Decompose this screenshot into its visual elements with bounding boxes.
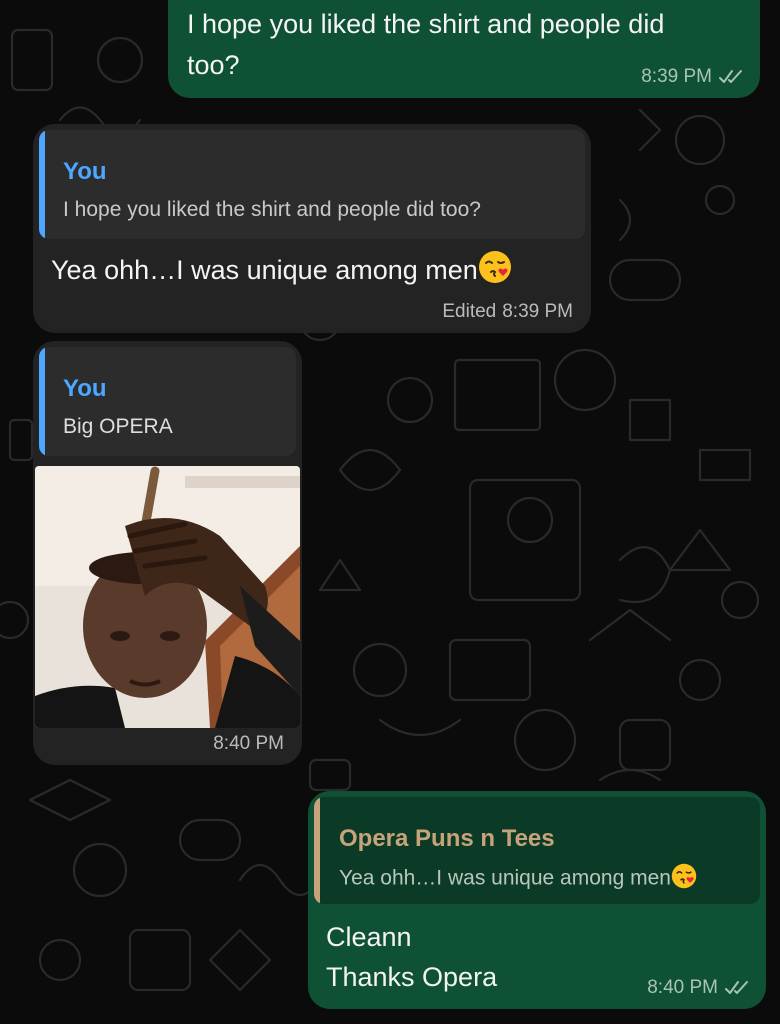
reply-text: I hope you liked the shirt and people di… [63, 198, 481, 221]
reply-author: You [63, 375, 107, 402]
reply-quote[interactable]: You Big OPERA [39, 347, 296, 456]
message-time: 8:40 PM [647, 977, 718, 998]
message-text: Cleann [326, 922, 412, 952]
reply-text: Big OPERA [63, 415, 173, 438]
message-meta: 8:40 PM [213, 733, 284, 755]
reply-quote-bar [314, 797, 320, 904]
face-blowing-kiss-emoji [478, 250, 512, 294]
message-time: 8:39 PM [502, 301, 573, 322]
double-check-read-icon [718, 69, 744, 85]
reply-author: Opera Puns n Tees [339, 825, 555, 852]
message-text-row: Yea ohh…I was unique among men [51, 250, 512, 294]
reply-author: You [63, 158, 107, 185]
message-text: Yea ohh…I was unique among men [51, 255, 478, 286]
reply-text: Yea ohh…I was unique among men [339, 866, 671, 890]
reply-quote[interactable]: Opera Puns n Tees Yea ohh…I was unique a… [314, 797, 760, 904]
outgoing-message[interactable]: I hope you liked the shirt and people di… [168, 0, 760, 98]
edited-label: Edited [442, 301, 497, 322]
message-text: I hope you liked the shirt and people di… [187, 9, 665, 39]
message-meta: 8:40 PM [647, 977, 750, 999]
message-meta: Edited 8:39 PM [442, 301, 573, 323]
message-time: 8:39 PM [641, 66, 712, 87]
message-meta: 8:39 PM [641, 66, 744, 88]
message-text: too? [187, 50, 240, 80]
photo-image [35, 466, 300, 728]
photo-attachment[interactable] [35, 466, 300, 728]
incoming-media-message[interactable]: You Big OPERA 8:40 PM [33, 341, 302, 765]
reply-quote[interactable]: You I hope you liked the shirt and peopl… [39, 130, 585, 239]
face-blowing-kiss-emoji [671, 863, 697, 895]
reply-text-row: Yea ohh…I was unique among men [339, 863, 697, 895]
reply-quote-bar [39, 347, 45, 456]
double-check-read-icon [724, 980, 750, 996]
reply-quote-bar [39, 130, 45, 239]
message-time: 8:40 PM [213, 733, 284, 754]
outgoing-message[interactable]: Opera Puns n Tees Yea ohh…I was unique a… [308, 791, 766, 1009]
message-text: Thanks Opera [326, 962, 498, 992]
incoming-message[interactable]: You I hope you liked the shirt and peopl… [33, 124, 591, 333]
